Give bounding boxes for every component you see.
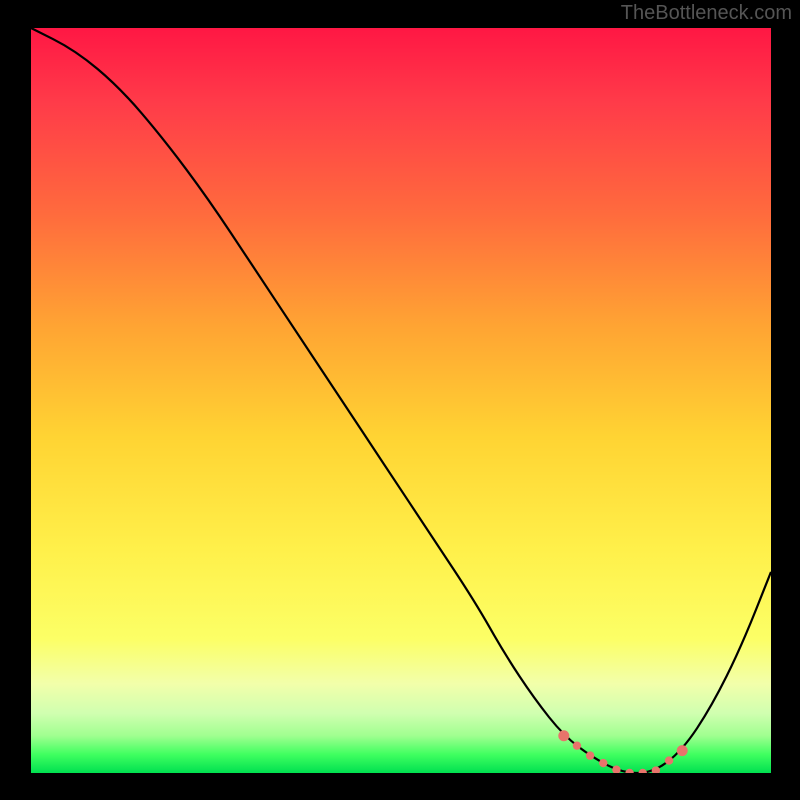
- sweet-spot-dot: [612, 765, 620, 773]
- sweet-spot-dot: [639, 769, 647, 773]
- sweet-spot-markers: [558, 730, 687, 773]
- curve-svg: [31, 28, 771, 773]
- sweet-spot-dot: [625, 769, 633, 773]
- watermark-text: TheBottleneck.com: [621, 2, 792, 25]
- sweet-spot-dot: [586, 751, 594, 759]
- sweet-spot-dot: [599, 759, 607, 767]
- sweet-spot-dot: [558, 730, 569, 741]
- sweet-spot-dot: [665, 756, 673, 764]
- plot-area: [31, 28, 771, 773]
- bottleneck-curve-line: [31, 28, 771, 773]
- sweet-spot-dot: [573, 741, 581, 749]
- sweet-spot-dot: [677, 745, 688, 756]
- chart-container: TheBottleneck.com: [0, 0, 800, 800]
